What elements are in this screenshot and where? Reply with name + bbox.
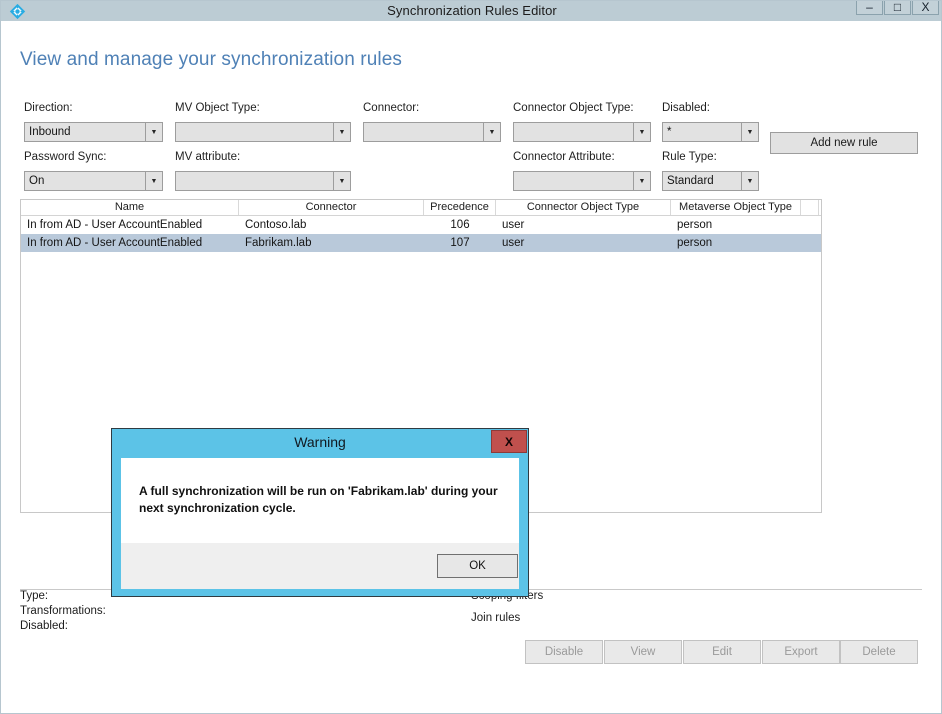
close-button[interactable]: X — [912, 1, 939, 15]
cell-connector-object-type: user — [502, 219, 525, 231]
chevron-down-icon[interactable]: ▼ — [483, 123, 500, 141]
cell-connector: Contoso.lab — [245, 219, 307, 231]
chevron-down-icon[interactable]: ▼ — [741, 123, 758, 141]
disabled-filter-select[interactable]: * ▼ — [662, 122, 759, 142]
join-rules-link[interactable]: Join rules — [471, 612, 520, 624]
chevron-down-icon[interactable]: ▼ — [333, 172, 350, 190]
column-header-connector[interactable]: Connector — [239, 200, 424, 215]
rule-type-label: Rule Type: — [662, 151, 717, 163]
window-title: Synchronization Rules Editor — [387, 3, 557, 18]
dialog-body: A full synchronization will be run on 'F… — [121, 458, 519, 543]
disabled-filter-value: * — [667, 126, 672, 138]
rule-type-select[interactable]: Standard ▼ — [662, 171, 759, 191]
detail-type-label: Type: — [20, 590, 49, 602]
chevron-down-icon[interactable]: ▼ — [633, 172, 650, 190]
add-new-rule-button[interactable]: Add new rule — [770, 132, 918, 154]
title-bar: Synchronization Rules Editor – □ X — [1, 1, 941, 21]
cell-metaverse-object-type: person — [677, 219, 713, 231]
page-title: View and manage your synchronization rul… — [20, 49, 402, 70]
password-sync-value: On — [29, 175, 45, 187]
cell-name: In from AD - User AccountEnabled — [27, 219, 203, 231]
password-sync-label: Password Sync: — [24, 151, 107, 163]
password-sync-select[interactable]: On ▼ — [24, 171, 163, 191]
minimize-button[interactable]: – — [856, 1, 883, 15]
view-button[interactable]: View — [604, 640, 682, 664]
chevron-down-icon[interactable]: ▼ — [145, 123, 162, 141]
mv-attribute-label: MV attribute: — [175, 151, 241, 163]
cell-connector: Fabrikam.lab — [245, 237, 312, 249]
delete-button[interactable]: Delete — [840, 640, 918, 664]
cell-connector-object-type: user — [502, 237, 525, 249]
chevron-down-icon[interactable]: ▼ — [741, 172, 758, 190]
dialog-title: Warning — [294, 434, 346, 450]
disabled-filter-label: Disabled: — [662, 102, 710, 114]
connector-attribute-select[interactable]: ▼ — [513, 171, 651, 191]
connector-object-type-select[interactable]: ▼ — [513, 122, 651, 142]
cell-metaverse-object-type: person — [677, 237, 713, 249]
maximize-button[interactable]: □ — [884, 1, 911, 15]
mv-attribute-select[interactable]: ▼ — [175, 171, 351, 191]
detail-transformations-label: Transformations: — [20, 605, 106, 617]
column-header-spacer[interactable] — [801, 200, 819, 215]
column-header-metaverse-object-type[interactable]: Metaverse Object Type — [671, 200, 801, 215]
grid-header-row: Name Connector Precedence Connector Obje… — [21, 200, 821, 216]
column-header-connector-object-type[interactable]: Connector Object Type — [496, 200, 671, 215]
dialog-footer: OK — [121, 543, 519, 589]
direction-select[interactable]: Inbound ▼ — [24, 122, 163, 142]
connector-label: Connector: — [363, 102, 420, 114]
window-controls: – □ X — [856, 1, 939, 15]
edit-button[interactable]: Edit — [683, 640, 761, 664]
table-row[interactable]: In from AD - User AccountEnabled Fabrika… — [21, 234, 821, 252]
mv-object-type-select[interactable]: ▼ — [175, 122, 351, 142]
rule-type-value: Standard — [667, 175, 714, 187]
chevron-down-icon[interactable]: ▼ — [333, 123, 350, 141]
warning-dialog: Warning X A full synchronization will be… — [111, 428, 529, 597]
connector-object-type-label: Connector Object Type: — [513, 102, 634, 114]
chevron-down-icon[interactable]: ▼ — [145, 172, 162, 190]
direction-label: Direction: — [24, 102, 73, 114]
table-row[interactable]: In from AD - User AccountEnabled Contoso… — [21, 216, 821, 234]
dialog-close-button[interactable]: X — [491, 430, 527, 453]
direction-value: Inbound — [29, 126, 71, 138]
column-header-precedence[interactable]: Precedence — [424, 200, 496, 215]
sync-rules-editor-window: Synchronization Rules Editor – □ X View … — [0, 0, 942, 714]
column-header-name[interactable]: Name — [21, 200, 239, 215]
dialog-ok-button[interactable]: OK — [437, 554, 518, 578]
dialog-message: A full synchronization will be run on 'F… — [139, 484, 498, 515]
export-button[interactable]: Export — [762, 640, 840, 664]
cell-precedence: 106 — [450, 219, 470, 231]
chevron-down-icon[interactable]: ▼ — [633, 123, 650, 141]
connector-select[interactable]: ▼ — [363, 122, 501, 142]
cell-name: In from AD - User AccountEnabled — [27, 237, 203, 249]
cell-precedence: 107 — [450, 237, 470, 249]
detail-disabled-label: Disabled: — [20, 620, 68, 632]
mv-object-type-label: MV Object Type: — [175, 102, 260, 114]
disable-button[interactable]: Disable — [525, 640, 603, 664]
connector-attribute-label: Connector Attribute: — [513, 151, 615, 163]
